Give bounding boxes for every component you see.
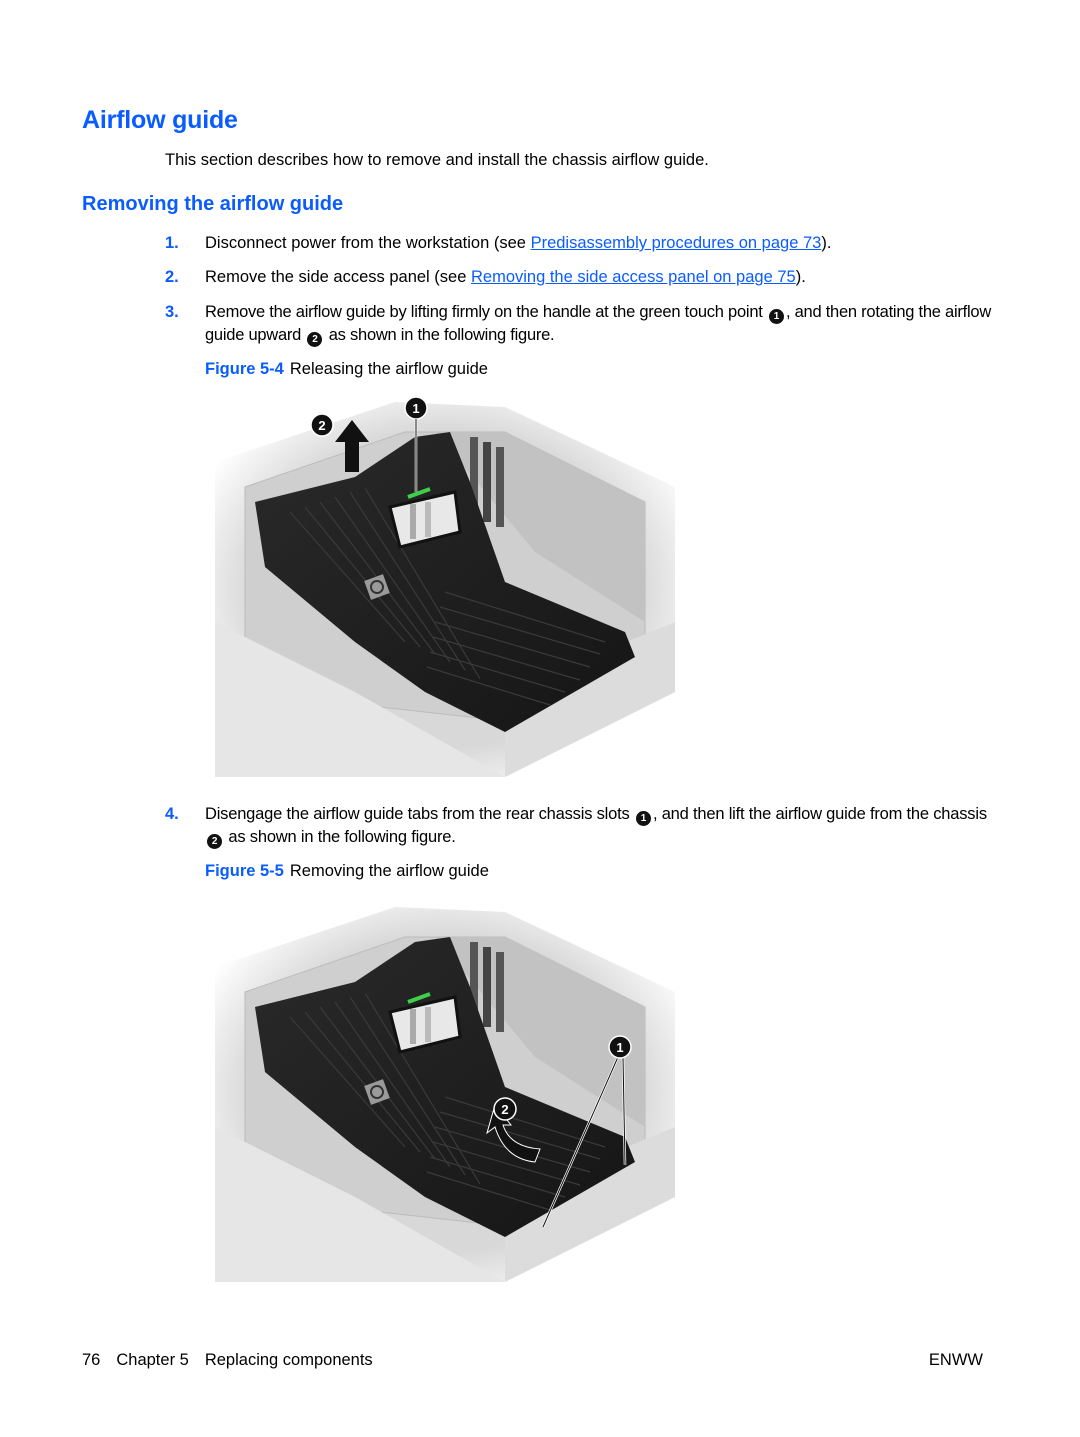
chapter-title: Replacing components [204,1351,373,1369]
section-intro: This section describes how to remove and… [165,151,709,169]
step-4: 4. Disengage the airflow guide tabs from… [165,803,995,849]
figure-5-4-caption: Figure 5-4 Releasing the airflow guide [205,360,488,379]
callout-1-icon: 1 [768,309,784,324]
figure-5-5-caption: Figure 5-5 Removing the airflow guide [205,862,489,881]
figure-caption-text: Releasing the airflow guide [289,360,488,378]
step-text: ). [795,268,806,286]
callout-2-icon: 2 [307,332,323,347]
figure-5-5-image: 2 1 [205,897,685,1282]
step-number: 2. [165,268,179,286]
figure-label: Figure 5-4 [205,360,284,378]
removing-side-access-panel-link[interactable]: Removing the side access panel on page 7… [471,268,796,286]
callout-1-icon: 1 [635,811,651,826]
chapter-label: Chapter 5 [116,1351,189,1369]
step-text: as shown in the following figure. [324,326,555,344]
step-number: 1. [165,234,179,252]
figure-caption-text: Removing the airflow guide [289,862,489,880]
figure-callout-2: 2 [501,1102,508,1117]
figure-label: Figure 5-5 [205,862,284,880]
step-text: , and then lift the airflow guide from t… [652,805,987,823]
section-title: Airflow guide [82,106,238,134]
step-text: ). [821,234,832,252]
figure-callout-1: 1 [616,1040,623,1055]
page-number: 76 [82,1351,101,1369]
step-number: 4. [165,805,179,823]
step-text: Disengage the airflow guide tabs from th… [205,805,634,823]
subsection-title: Removing the airflow guide [82,193,344,215]
callout-2-icon: 2 [207,834,222,849]
airflow-guide-release-illustration: 2 1 [215,396,675,777]
airflow-guide-removal-illustration: 2 1 [215,907,675,1282]
step-3: 3. Remove the airflow guide by lifting f… [165,301,995,347]
page-footer: 76 Chapter 5 Replacing components [82,1351,389,1370]
step-1: 1. Disconnect power from the workstation… [165,232,995,254]
step-text: as shown in the following figure. [224,828,456,846]
step-text: Disconnect power from the workstation (s… [205,234,531,252]
figure-callout-1: 1 [412,401,419,416]
step-text: Remove the side access panel (see [205,268,471,286]
step-2: 2. Remove the side access panel (see Rem… [165,266,995,288]
figure-callout-2: 2 [318,418,325,433]
footer-locale: ENWW [928,1351,983,1369]
figure-5-4-image: 2 1 [205,392,685,777]
step-text: Remove the airflow guide by lifting firm… [205,303,767,321]
predisassembly-procedures-link[interactable]: Predisassembly procedures on page 73 [531,234,822,252]
step-number: 3. [165,303,179,321]
